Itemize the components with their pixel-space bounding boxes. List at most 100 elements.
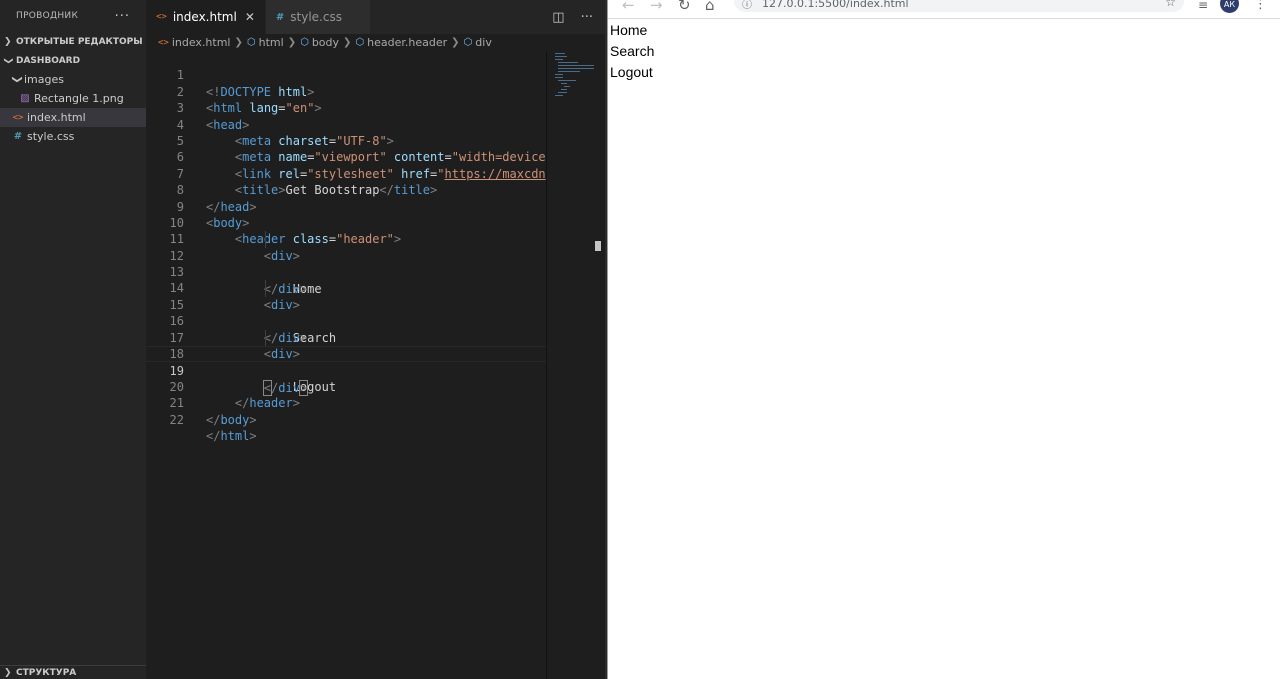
home-icon[interactable]: ⌂ (705, 0, 715, 14)
chevron-right-icon: ❯ (234, 37, 243, 48)
code-line: 8 </head> (146, 166, 546, 213)
code-line: 20 </header> (146, 362, 546, 410)
page-item-logout: Logout (610, 63, 653, 80)
bookmark-star-icon[interactable]: ☆ (1165, 0, 1176, 9)
tree-file-label: index.html (27, 111, 86, 124)
breadcrumb-item[interactable]: html (259, 36, 284, 49)
code-line: 4 <meta charset="UTF-8"> (146, 100, 546, 148)
minimap-line (558, 68, 594, 69)
browser-toolbar: ← → ↻ ⌂ ⓘ 127.0.0.1:5500/index.html ☆ ≡ … (608, 0, 1280, 19)
tree-file-index[interactable]: <> index.html (0, 108, 146, 127)
html-file-icon: <> (158, 37, 169, 48)
code-line: 11 <div> (146, 215, 546, 262)
code-line: 1 <!DOCTYPE html> (146, 51, 546, 98)
css-file-icon: # (275, 11, 285, 23)
line-number: 22 (169, 412, 184, 427)
code-line: 18 Logout (146, 329, 546, 394)
close-icon[interactable]: ✕ (245, 10, 255, 24)
code-line: 10 <header class="header"> (146, 199, 546, 246)
tree-file-rectangle[interactable]: ▨ Rectangle 1.png (0, 89, 146, 108)
editor-area: <> index.html ✕ # style.css ◫ ··· <> ind… (146, 0, 607, 679)
code-line: 7 <title>Get Bootstrap</title> (146, 149, 546, 197)
indent-guide (265, 329, 266, 347)
minimap-line (558, 62, 578, 63)
chevron-right-icon: ❯ (4, 36, 12, 47)
minimap-line (555, 53, 565, 54)
minimap-line (555, 74, 563, 75)
minimap-line (561, 83, 567, 84)
tab-style-css[interactable]: # style.css (265, 0, 371, 34)
code-editor[interactable]: 1 <!DOCTYPE html> 2 <html lang="en"> 3 <… (146, 51, 546, 443)
scrollbar-marker[interactable] (595, 241, 601, 251)
minimap-line (555, 77, 563, 78)
editor-actions: ◫ ··· (552, 0, 593, 34)
breadcrumb-item[interactable]: body (312, 36, 339, 49)
code-line-current: 19 </div> (146, 346, 546, 396)
avatar[interactable]: АК (1220, 0, 1239, 13)
page-item-home: Home (610, 22, 648, 38)
minimap-line (561, 89, 567, 90)
tree-folder-label: images (24, 73, 64, 86)
more-actions-icon[interactable]: ··· (581, 10, 593, 25)
menu-kebab-icon[interactable]: ⋮ (1254, 0, 1267, 12)
minimap-line (558, 71, 580, 72)
page-item-search: Search (610, 42, 655, 59)
more-actions-icon[interactable]: ··· (115, 9, 130, 24)
chevron-right-icon: ❯ (287, 37, 297, 48)
code-line: 12 Home (146, 231, 546, 296)
minimap[interactable] (546, 51, 607, 679)
reading-list-icon[interactable]: ≡ (1198, 0, 1208, 12)
tab-bar: <> index.html ✕ # style.css ◫ ··· (146, 0, 607, 34)
code-token: html (220, 429, 250, 444)
tree-file-label: style.css (27, 130, 75, 143)
project-label: DASHBOARD (16, 55, 81, 66)
browser-window: ← → ↻ ⌂ ⓘ 127.0.0.1:5500/index.html ☆ ≡ … (607, 0, 1280, 679)
minimap-line (555, 59, 563, 60)
split-editor-icon[interactable]: ◫ (552, 10, 564, 25)
breadcrumb-item[interactable]: index.html (172, 36, 231, 49)
chevron-down-icon: ❯ (3, 56, 13, 65)
element-icon: ⬡ (246, 37, 256, 48)
tree-file-label: Rectangle 1.png (34, 92, 124, 105)
outline-label: СТРУКТУРА (16, 667, 77, 678)
code-line: 6 <link rel="stylesheet" href="https://m… (146, 133, 546, 180)
forward-icon[interactable]: → (650, 0, 663, 14)
back-icon[interactable]: ← (622, 0, 635, 14)
rendered-page: Home Search Logout (608, 19, 1280, 82)
breadcrumb-item[interactable]: div (475, 36, 492, 49)
tab-label: style.css (290, 10, 342, 24)
breadcrumb: <> index.html ❯ ⬡ html ❯ ⬡ body ❯ ⬡ head… (146, 34, 607, 51)
code-token: body (220, 412, 250, 427)
chevron-right-icon: ❯ (4, 667, 12, 678)
minimap-line (558, 92, 567, 93)
chevron-right-icon: ❯ (451, 37, 460, 48)
code-line: 21 </body> (146, 379, 546, 426)
html-file-icon: <> (12, 112, 24, 123)
code-line: 14 <div> (146, 264, 546, 311)
minimap-line (555, 95, 563, 96)
code-line: 2 <html lang="en"> (146, 67, 546, 115)
explorer-sidebar: ПРОВОДНИК ··· ❯ ОТКРЫТЫЕ РЕДАКТОРЫ ❯ DAS… (0, 0, 146, 679)
html-file-icon: <> (156, 12, 167, 22)
info-icon[interactable]: ⓘ (742, 0, 752, 11)
url-text: 127.0.0.1:5500/index.html (762, 0, 909, 10)
element-icon: ⬡ (463, 37, 473, 48)
outline-section[interactable]: ❯ СТРУКТУРА (0, 665, 146, 679)
explorer-header: ПРОВОДНИК ··· (0, 0, 146, 32)
project-section[interactable]: ❯ DASHBOARD (0, 51, 146, 70)
chevron-down-icon: ❯ (11, 75, 23, 84)
reload-icon[interactable]: ↻ (678, 0, 691, 14)
tree-folder-images[interactable]: ❯ images (0, 70, 146, 89)
indent-guide (265, 231, 266, 248)
breadcrumb-item[interactable]: header.header (367, 36, 447, 49)
code-line: 22 </html> (146, 395, 546, 443)
tab-index-html[interactable]: <> index.html ✕ (146, 0, 266, 34)
tree-file-style[interactable]: # style.css (0, 127, 146, 146)
element-icon: ⬡ (300, 37, 309, 48)
explorer-title: ПРОВОДНИК (16, 11, 79, 21)
open-editors-section[interactable]: ❯ ОТКРЫТЫЕ РЕДАКТОРЫ (0, 32, 146, 51)
minimap-line (558, 65, 594, 66)
code-line: 15 Search (146, 280, 546, 345)
address-bar[interactable]: ⓘ 127.0.0.1:5500/index.html ☆ (734, 0, 1184, 12)
open-editors-label: ОТКРЫТЫЕ РЕДАКТОРЫ (16, 36, 143, 47)
